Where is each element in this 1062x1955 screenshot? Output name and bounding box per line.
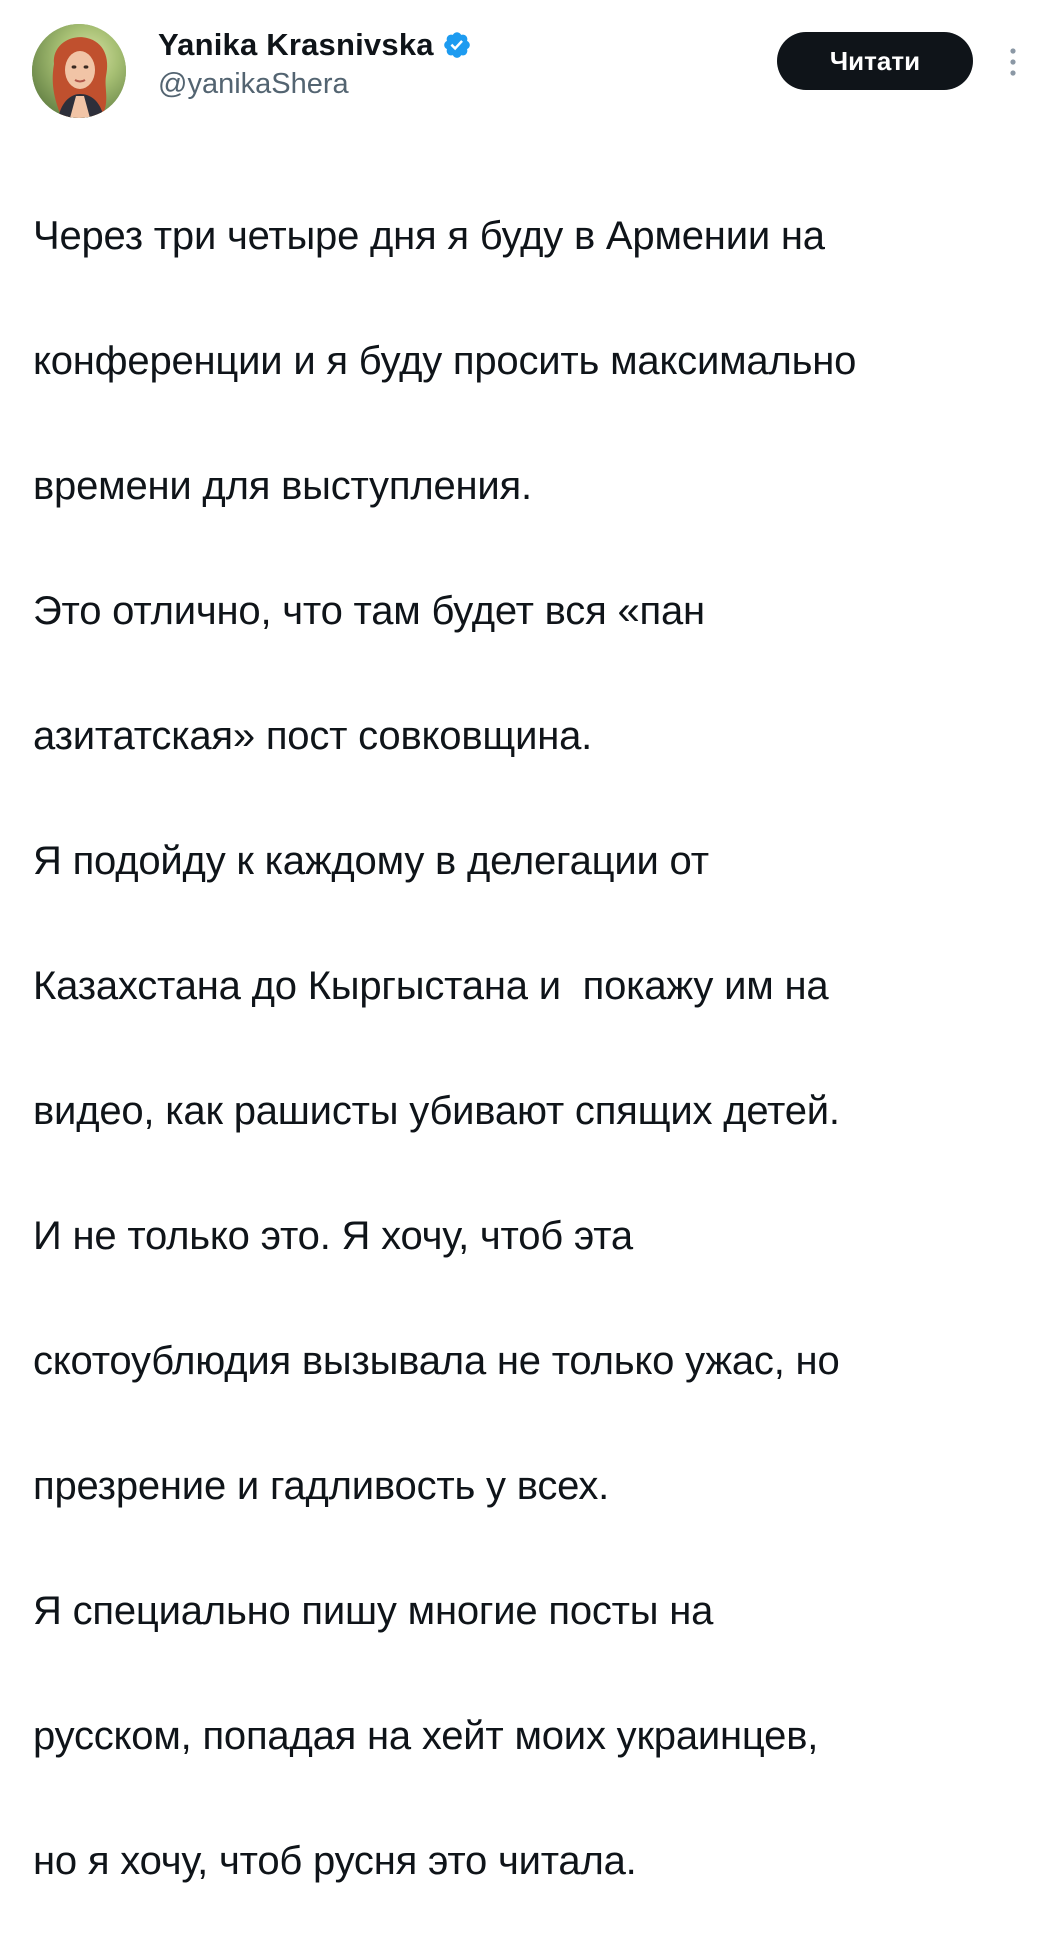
avatar[interactable] — [32, 24, 126, 118]
tweet-text-line: Я подойду к каждому в делегации от — [33, 838, 709, 883]
tweet-text-line: Это отлично, что там будет вся «пан — [33, 588, 705, 633]
read-button[interactable]: Читати — [777, 32, 973, 90]
tweet-text: Через три четыре дня я буду в Армении на… — [33, 142, 1033, 1955]
tweet-text-line: Казахстана до Кыргыстана и покажу им на — [33, 963, 829, 1008]
user-avatar-photo-icon — [32, 24, 126, 118]
tweet-text-line: времени для выступления. — [33, 463, 532, 508]
tweet-text-line: но я хочу, чтоб русня это читала. — [33, 1838, 637, 1883]
tweet-text-line: азитатская» пост совковщина. — [33, 713, 593, 758]
tweet-header: Yanika Krasnivska @yanikaShera Читати — [0, 0, 1062, 130]
tweet-text-line: И не только это. Я хочу, чтоб эта — [33, 1213, 633, 1258]
tweet-text-line: конференции и я буду просить максимально — [33, 338, 857, 383]
tweet-text-line: Через три четыре дня я буду в Армении на — [33, 213, 825, 258]
tweet-text-line: скотоублюдия вызывала не только ужас, но — [33, 1338, 840, 1383]
tweet-text-line: русском, попадая на хейт моих украинцев, — [33, 1713, 819, 1758]
author-info[interactable]: Yanika Krasnivska @yanikaShera — [158, 24, 472, 101]
author-name-row: Yanika Krasnivska — [158, 24, 472, 66]
tweet-text-line: презрение и гадливость у всех. — [33, 1463, 610, 1508]
more-vertical-icon[interactable] — [1002, 44, 1024, 80]
author-display-name[interactable]: Yanika Krasnivska — [158, 27, 434, 63]
verified-badge-icon — [442, 30, 472, 60]
tweet-text-line: Я специально пишу многие посты на — [33, 1588, 714, 1633]
author-handle[interactable]: @yanikaShera — [158, 68, 472, 101]
tweet-text-line: видео, как рашисты убивают спящих детей. — [33, 1088, 840, 1133]
